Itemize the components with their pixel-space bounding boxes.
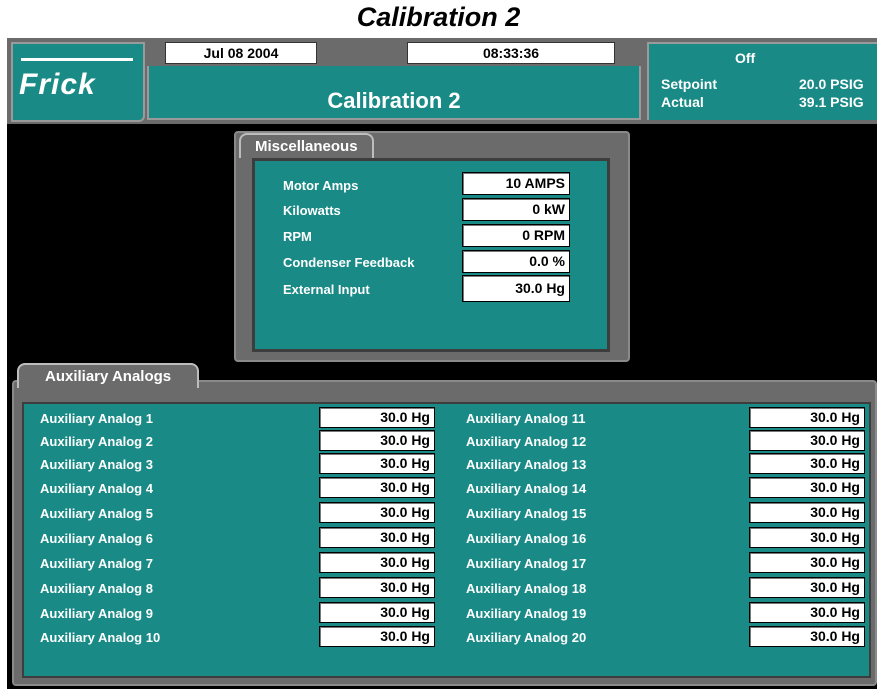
aux-value: 30.0 Hg <box>749 430 865 451</box>
frick-logo: Frick <box>19 68 96 101</box>
misc-label: Condenser Feedback <box>283 255 415 270</box>
aux-label: Auxiliary Analog 5 <box>40 506 153 521</box>
aux-value: 30.0 Hg <box>319 527 435 548</box>
aux-value: 30.0 Hg <box>319 602 435 623</box>
aux-value: 30.0 Hg <box>319 477 435 498</box>
run-status: Off <box>735 50 756 66</box>
status-panel: Off Setpoint 20.0 PSIG Actual 39.1 PSIG <box>647 42 877 120</box>
aux-value: 30.0 Hg <box>749 477 865 498</box>
aux-value: 30.0 Hg <box>749 626 865 647</box>
miscellaneous-body: Motor Amps 10 AMPS Kilowatts 0 kW RPM 0 … <box>252 158 610 352</box>
aux-value: 30.0 Hg <box>749 527 865 548</box>
header-bar: Frick Jul 08 2004 08:33:36 Calibration 2… <box>7 38 877 124</box>
auxiliary-analogs-tab: Auxiliary Analogs <box>17 363 200 388</box>
aux-value: 30.0 Hg <box>319 552 435 573</box>
aux-value: 30.0 Hg <box>319 626 435 647</box>
aux-value: 30.0 Hg <box>319 453 435 474</box>
aux-label: Auxiliary Analog 9 <box>40 606 153 621</box>
miscellaneous-panel: Motor Amps 10 AMPS Kilowatts 0 kW RPM 0 … <box>234 131 630 362</box>
aux-value: 30.0 Hg <box>749 602 865 623</box>
time-display: 08:33:36 <box>407 42 615 64</box>
hmi-screen: Frick Jul 08 2004 08:33:36 Calibration 2… <box>7 38 877 689</box>
screen-title: Calibration 2 <box>327 88 461 113</box>
miscellaneous-tab: Miscellaneous <box>239 133 374 158</box>
aux-value: 30.0 Hg <box>319 577 435 598</box>
misc-label: External Input <box>283 282 370 297</box>
aux-label: Auxiliary Analog 17 <box>466 556 587 571</box>
aux-label: Auxiliary Analog 20 <box>466 630 587 645</box>
aux-value: 30.0 Hg <box>749 502 865 523</box>
aux-label: Auxiliary Analog 14 <box>466 481 587 496</box>
rpm-value: 0 RPM <box>462 224 570 247</box>
title-panel: Calibration 2 <box>147 66 641 120</box>
aux-label: Auxiliary Analog 8 <box>40 581 153 596</box>
aux-value: 30.0 Hg <box>319 407 435 428</box>
aux-label: Auxiliary Analog 7 <box>40 556 153 571</box>
aux-label: Auxiliary Analog 2 <box>40 434 153 449</box>
aux-label: Auxiliary Analog 15 <box>466 506 587 521</box>
aux-label: Auxiliary Analog 10 <box>40 630 161 645</box>
page-title: Calibration 2 <box>356 2 521 32</box>
aux-label: Auxiliary Analog 18 <box>466 581 587 596</box>
aux-label: Auxiliary Analog 13 <box>466 457 587 472</box>
aux-value: 30.0 Hg <box>319 502 435 523</box>
logo-panel: Frick <box>11 42 145 122</box>
aux-label: Auxiliary Analog 3 <box>40 457 153 472</box>
aux-value: 30.0 Hg <box>319 430 435 451</box>
setpoint-value: 20.0 PSIG <box>799 76 864 92</box>
actual-label: Actual <box>661 94 704 110</box>
logo-stripe <box>21 58 133 61</box>
setpoint-label: Setpoint <box>661 76 717 92</box>
motor-amps-value: 10 AMPS <box>462 172 570 195</box>
misc-label: Kilowatts <box>283 203 341 218</box>
aux-value: 30.0 Hg <box>749 453 865 474</box>
aux-label: Auxiliary Analog 11 <box>466 411 586 426</box>
aux-label: Auxiliary Analog 6 <box>40 531 153 546</box>
misc-label: RPM <box>283 229 312 244</box>
aux-label: Auxiliary Analog 16 <box>466 531 587 546</box>
kilowatts-value: 0 kW <box>462 198 570 221</box>
date-display: Jul 08 2004 <box>165 42 317 64</box>
actual-value: 39.1 PSIG <box>799 94 864 110</box>
aux-label: Auxiliary Analog 4 <box>40 481 153 496</box>
auxiliary-analogs-body: Auxiliary Analog 1 30.0 Hg Auxiliary Ana… <box>22 402 871 678</box>
aux-label: Auxiliary Analog 1 <box>40 411 153 426</box>
aux-label: Auxiliary Analog 12 <box>466 434 587 449</box>
aux-value: 30.0 Hg <box>749 552 865 573</box>
aux-label: Auxiliary Analog 19 <box>466 606 587 621</box>
auxiliary-analogs-panel: Auxiliary Analog 1 30.0 Hg Auxiliary Ana… <box>12 380 877 686</box>
condenser-feedback-value: 0.0 % <box>462 250 570 273</box>
misc-label: Motor Amps <box>283 178 359 193</box>
external-input-value: 30.0 Hg <box>462 275 570 302</box>
aux-value: 30.0 Hg <box>749 577 865 598</box>
aux-value: 30.0 Hg <box>749 407 865 428</box>
